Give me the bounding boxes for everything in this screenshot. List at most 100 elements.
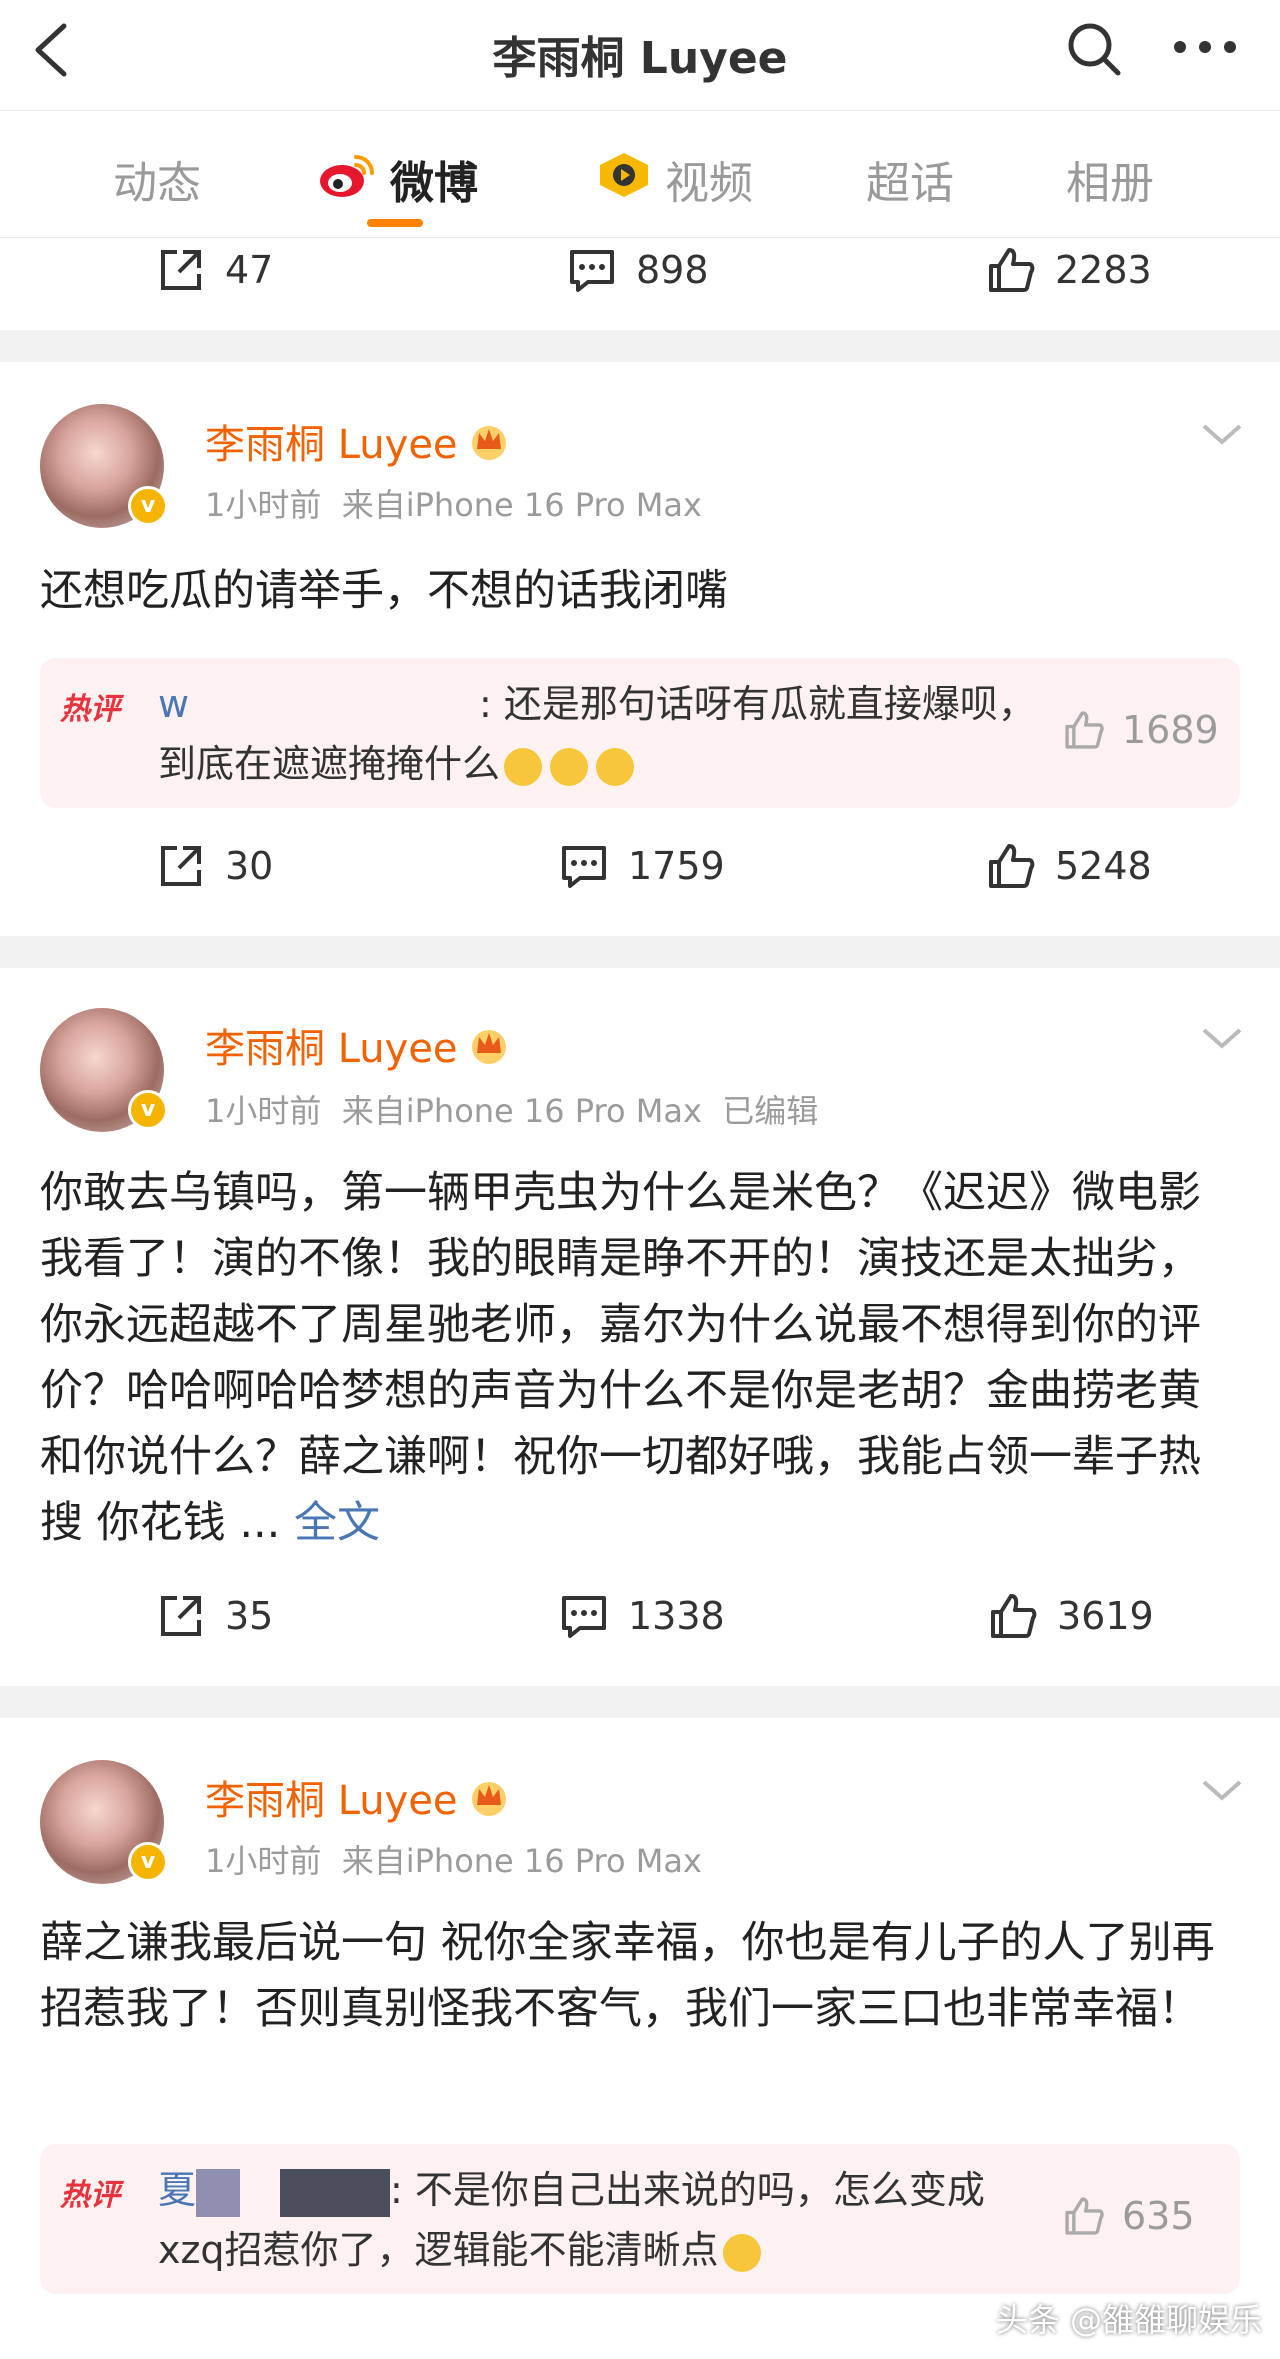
thumbs-up-icon [1065,711,1104,749]
post-card[interactable]: v 李雨桐 Luyee 1小时前 来自iPhone 16 Pro Max 还想吃… [0,362,1280,936]
repost-button[interactable]: 47 [155,244,273,296]
crown-icon [471,426,506,460]
watermark: 头条 @雒雒聊娱乐 [995,2301,1262,2339]
share-icon [161,1596,201,1636]
hot-comment-like-count: 635 [1122,2194,1195,2238]
post-time: 1小时前 [205,1842,322,1880]
chevron-down-icon[interactable] [1200,1778,1244,1804]
comment-button[interactable]: 1759 [558,840,725,892]
post-card-previous: 47 898 2283 [0,238,1280,330]
redacted-username [196,2168,241,2217]
hot-comment-user: w [158,682,190,726]
post-card[interactable]: v 李雨桐 Luyee 1小时前 来自iPhone 16 Pro Max 已编辑… [0,968,1280,1686]
hot-comment-line2: 到底在遮遮掩掩什么 [158,742,501,786]
hot-comment-line1: : 还是那句话呀有瓜就直接爆呗， [479,682,1036,726]
like-button[interactable]: 2283 [985,244,1152,296]
weibo-logo-icon [320,155,374,197]
post-source: 来自iPhone 16 Pro Max [341,486,702,524]
repost-button[interactable]: 30 [155,840,273,892]
comment-icon [570,250,614,292]
thumbs-up-icon [1065,2197,1104,2235]
post-card[interactable]: v 李雨桐 Luyee 1小时前 来自iPhone 16 Pro Max 薛之谦… [0,1718,1280,2359]
tab-video[interactable]: 视频 [665,147,753,211]
top-nav-bar: 李雨桐 Luyee [0,0,1280,111]
comment-button[interactable]: 1338 [558,1590,725,1642]
action-bar: 30 1759 5248 [0,840,1280,920]
crown-icon [471,1782,506,1816]
repost-count: 47 [225,248,274,292]
crying-emoji-icon [596,747,635,786]
post-time: 1小时前 [205,486,322,524]
post-source: 来自iPhone 16 Pro Max [341,1092,702,1130]
tab-super-topic[interactable]: 超话 [866,147,954,211]
repost-button[interactable]: 35 [155,1590,273,1642]
avatar[interactable]: v [40,1008,168,1132]
hot-comment-like[interactable]: 1689 [1062,708,1219,752]
tab-weibo[interactable]: 微博 [390,147,478,211]
username-text: 李雨桐 Luyee [205,422,458,468]
comment-count: 1338 [628,1594,725,1638]
avatar[interactable]: v [40,404,168,528]
like-count: 5248 [1055,844,1152,888]
action-bar: 35 1338 3619 [0,1590,1280,1670]
chevron-down-icon[interactable] [1200,422,1244,448]
share-icon [161,250,201,290]
edited-label: 已编辑 [722,1092,819,1130]
like-count: 3619 [1057,1594,1154,1638]
like-button[interactable]: 3619 [987,1590,1154,1642]
comment-count: 898 [636,248,709,292]
hot-comment-line2: xzq招惹你了，逻辑能不能清晰点 [158,2228,719,2272]
hot-comment[interactable]: 热评 夏 : 不是你自己出来说的吗，怎么变成 xzq招惹你了，逻辑能不能清晰点 6… [40,2144,1240,2294]
hot-comment-text: w : 还是那句话呀有瓜就直接爆呗， 到底在遮遮掩掩什么 [158,674,1038,794]
tab-album[interactable]: 相册 [1066,147,1154,211]
profile-tabs: 动态 微博 视频 超话 相册 [0,111,1280,238]
hot-comment-tag: 热评 [60,692,120,727]
thumbs-up-icon [989,248,1035,292]
crying-emoji-icon [504,747,543,786]
comment-button[interactable]: 898 [566,244,709,296]
crying-emoji-icon [550,747,589,786]
hot-comment-like[interactable]: 635 [1062,2194,1195,2238]
redacted-username [280,2168,391,2217]
chevron-down-icon[interactable] [1200,1026,1244,1052]
video-tab-icon [600,153,648,197]
post-text: 你敢去乌镇吗，第一辆甲壳虫为什么是米色？《迟迟》微电影我看了！演的不像！我的眼睛… [40,1160,1240,1556]
comment-count: 1759 [628,844,725,888]
post-meta: 1小时前 来自iPhone 16 Pro Max [205,1836,702,1882]
comment-icon [562,846,606,888]
hot-comment-text: 夏 : 不是你自己出来说的吗，怎么变成 xzq招惹你了，逻辑能不能清晰点 [158,2160,1038,2280]
post-time: 1小时前 [205,1092,322,1130]
hot-comment-line1: : 不是你自己出来说的吗，怎么变成 [390,2168,985,2212]
like-count: 2283 [1055,248,1152,292]
active-tab-indicator [367,219,423,227]
username[interactable]: 李雨桐 Luyee [205,1016,510,1074]
post-text: 还想吃瓜的请举手，不想的话我闭嘴 [40,566,728,616]
crown-icon [471,1030,506,1064]
username[interactable]: 李雨桐 Luyee [205,1768,510,1826]
verified-badge-icon: v [128,486,168,526]
more-options-icon[interactable] [1170,22,1240,72]
verified-badge-icon: v [128,1842,168,1882]
username-text: 李雨桐 Luyee [205,1026,458,1072]
post-meta: 1小时前 来自iPhone 16 Pro Max [205,480,702,526]
thumbs-up-icon [991,1594,1037,1638]
tab-dynamic[interactable]: 动态 [113,147,201,211]
username[interactable]: 李雨桐 Luyee [205,412,510,470]
hot-comment-tag: 热评 [60,2178,120,2213]
post-text-body: 你敢去乌镇吗，第一辆甲壳虫为什么是米色？《迟迟》微电影我看了！演的不像！我的眼睛… [40,1168,1201,1548]
post-source: 来自iPhone 16 Pro Max [341,1842,702,1880]
username-text: 李雨桐 Luyee [205,1778,458,1824]
like-button[interactable]: 5248 [985,840,1152,892]
share-icon [161,846,201,886]
action-bar: 47 898 2283 [0,244,1280,324]
post-meta: 1小时前 来自iPhone 16 Pro Max 已编辑 [205,1086,818,1132]
verified-badge-icon: v [128,1090,168,1130]
comment-icon [562,1596,606,1638]
hot-comment-user: 夏 [158,2168,197,2212]
avatar[interactable]: v [40,1760,168,1884]
hot-comment[interactable]: 热评 w : 还是那句话呀有瓜就直接爆呗， 到底在遮遮掩掩什么 1689 [40,658,1240,808]
repost-count: 35 [225,1594,274,1638]
repost-count: 30 [225,844,274,888]
search-icon[interactable] [1065,20,1123,78]
full-text-link[interactable]: 全文 [294,1498,380,1548]
